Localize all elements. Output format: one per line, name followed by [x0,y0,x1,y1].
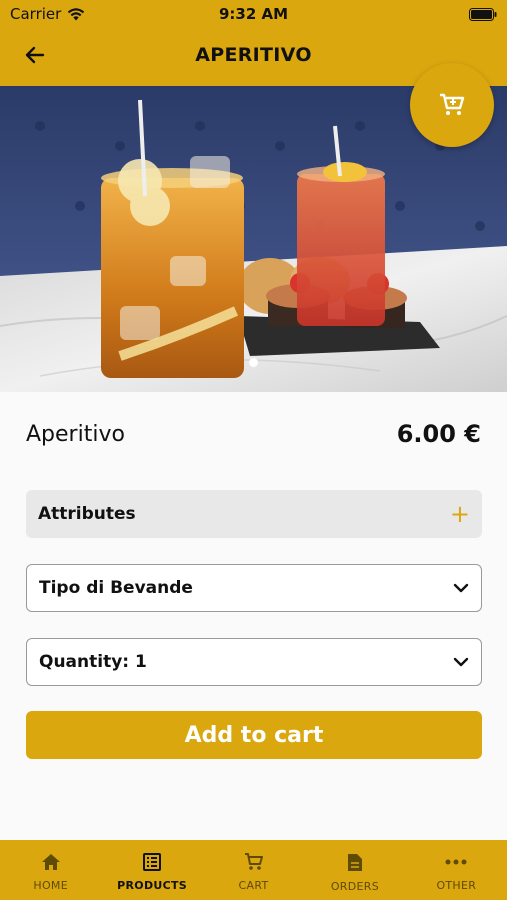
tab-home[interactable]: HOME [0,840,101,900]
quantity-value: Quantity: 1 [39,652,147,672]
product-details: Aperitivo 6.00 € Attributes + Tipo di Be… [0,392,507,840]
bottom-tab-bar: HOME PRODUCTS CART ORDERS OTHER [0,840,507,900]
product-name: Aperitivo [26,422,125,447]
tab-other[interactable]: OTHER [406,840,507,900]
more-icon [445,859,467,865]
product-price: 6.00 € [396,420,481,448]
cart-fab-button[interactable] [410,63,494,147]
cart-icon [244,853,263,870]
tab-label: PRODUCTS [117,879,188,892]
chevron-down-icon [453,657,469,667]
tab-label: OTHER [436,879,477,892]
chevron-down-icon [453,583,469,593]
list-icon [143,853,162,871]
page-title: APERITIVO [195,44,312,66]
home-icon [41,854,60,870]
carousel-indicator[interactable] [249,358,258,367]
drink-type-value: Tipo di Bevande [39,578,193,598]
tab-label: CART [238,879,269,892]
tab-cart[interactable]: CART [203,840,304,900]
quantity-select[interactable]: Quantity: 1 [26,638,482,686]
status-time: 9:32 AM [218,5,289,23]
battery-icon [469,7,497,25]
cart-icon [440,93,465,115]
add-to-cart-button[interactable]: Add to cart [26,711,482,759]
drink-type-select[interactable]: Tipo di Bevande [26,564,482,612]
status-bar: Carrier 9:32 AM [0,0,507,28]
tab-orders[interactable]: ORDERS [304,840,405,900]
document-icon [347,854,362,871]
attributes-accordion[interactable]: Attributes + [26,490,482,538]
plus-icon: + [449,500,470,528]
tab-label: HOME [33,879,68,892]
attributes-label: Attributes [38,504,136,524]
tab-products[interactable]: PRODUCTS [101,840,202,900]
tab-label: ORDERS [330,880,379,893]
